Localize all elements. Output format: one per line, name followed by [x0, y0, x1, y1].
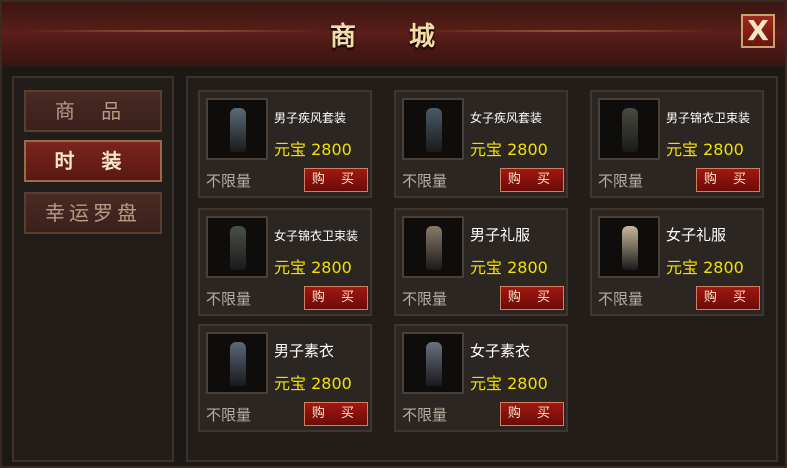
- stock-limit: 不限量: [402, 290, 448, 308]
- buy-button[interactable]: 购 买: [500, 168, 564, 192]
- costume-thumbnail: [598, 216, 660, 278]
- costume-thumbnail: [402, 216, 464, 278]
- item-card[interactable]: 女子素衣元宝 2800 不限量 购 买: [394, 324, 568, 432]
- item-card[interactable]: 男子素衣元宝 2800 不限量 购 买: [198, 324, 372, 432]
- costume-figure-icon: [622, 226, 638, 270]
- buy-button[interactable]: 购 买: [304, 286, 368, 310]
- sidebar-item-goods[interactable]: 商 品: [24, 90, 162, 132]
- buy-button[interactable]: 购 买: [696, 286, 760, 310]
- item-name: 男子素衣: [274, 342, 335, 360]
- costume-thumbnail: [206, 332, 268, 394]
- item-card[interactable]: 男子疾风套装元宝 2800 不限量 购 买: [198, 90, 372, 198]
- item-name: 女子素衣: [470, 342, 531, 360]
- category-sidebar: 商 品 时 装 幸运罗盘: [12, 76, 174, 462]
- item-card[interactable]: 女子礼服元宝 2800 不限量 购 买: [590, 208, 764, 316]
- close-button[interactable]: X: [741, 14, 775, 48]
- item-card[interactable]: 女子疾风套装元宝 2800 不限量 购 买: [394, 90, 568, 198]
- stock-limit: 不限量: [598, 290, 644, 308]
- stock-limit: 不限量: [402, 172, 448, 190]
- costume-thumbnail: [402, 98, 464, 160]
- costume-figure-icon: [230, 108, 246, 152]
- item-name: 男子礼服: [470, 226, 531, 244]
- shop-window: 商 城 X 商 品 时 装 幸运罗盘 男子疾风套装 元宝 2800 不限量购 买女子…: [0, 0, 787, 468]
- buy-button[interactable]: 购 买: [500, 402, 564, 426]
- costume-figure-icon: [230, 342, 246, 386]
- costume-figure-icon: [426, 108, 442, 152]
- item-price: 元宝 2800: [274, 374, 352, 393]
- window-title: 商 城: [329, 22, 458, 52]
- costume-figure-icon: [426, 226, 442, 270]
- stock-limit: 不限量: [206, 406, 252, 424]
- title-bar: 商 城 X: [2, 2, 785, 67]
- costume-thumbnail: [206, 216, 268, 278]
- item-price: 元宝 2800: [274, 140, 352, 159]
- item-grid: 男子疾风套装 元宝 2800 不限量购 买女子疾风套装 元宝 2800 不限量购 买男子…: [186, 76, 778, 462]
- item-name: 女子锦衣卫束装: [274, 229, 359, 243]
- buy-button[interactable]: 购 买: [304, 402, 368, 426]
- item-card[interactable]: 男子锦衣卫束装元宝 2800 不限量 购 买: [590, 90, 764, 198]
- item-card[interactable]: 男子礼服元宝 2800 不限量 购 买: [394, 208, 568, 316]
- costume-thumbnail: [598, 98, 660, 160]
- buy-button[interactable]: 购 买: [696, 168, 760, 192]
- costume-thumbnail: [206, 98, 268, 160]
- item-price: 元宝 2800: [274, 258, 352, 277]
- buy-button[interactable]: 购 买: [304, 168, 368, 192]
- sidebar-item-lucky-wheel[interactable]: 幸运罗盘: [24, 192, 162, 234]
- item-price: 元宝 2800: [666, 258, 744, 277]
- item-name: 女子礼服: [666, 226, 727, 244]
- costume-figure-icon: [426, 342, 442, 386]
- item-price: 元宝 2800: [470, 140, 548, 159]
- item-price: 元宝 2800: [470, 258, 548, 277]
- item-card[interactable]: 女子锦衣卫束装元宝 2800 不限量 购 买: [198, 208, 372, 316]
- sidebar-item-fashion[interactable]: 时 装: [24, 140, 162, 182]
- stock-limit: 不限量: [206, 290, 252, 308]
- stock-limit: 不限量: [206, 172, 252, 190]
- costume-thumbnail: [402, 332, 464, 394]
- buy-button[interactable]: 购 买: [500, 286, 564, 310]
- item-name: 女子疾风套装: [470, 111, 543, 125]
- item-name: 男子锦衣卫束装: [666, 111, 751, 125]
- costume-figure-icon: [230, 226, 246, 270]
- stock-limit: 不限量: [598, 172, 644, 190]
- item-price: 元宝 2800: [666, 140, 744, 159]
- costume-figure-icon: [622, 108, 638, 152]
- item-price: 元宝 2800: [470, 374, 548, 393]
- item-name: 男子疾风套装: [274, 111, 347, 125]
- stock-limit: 不限量: [402, 406, 448, 424]
